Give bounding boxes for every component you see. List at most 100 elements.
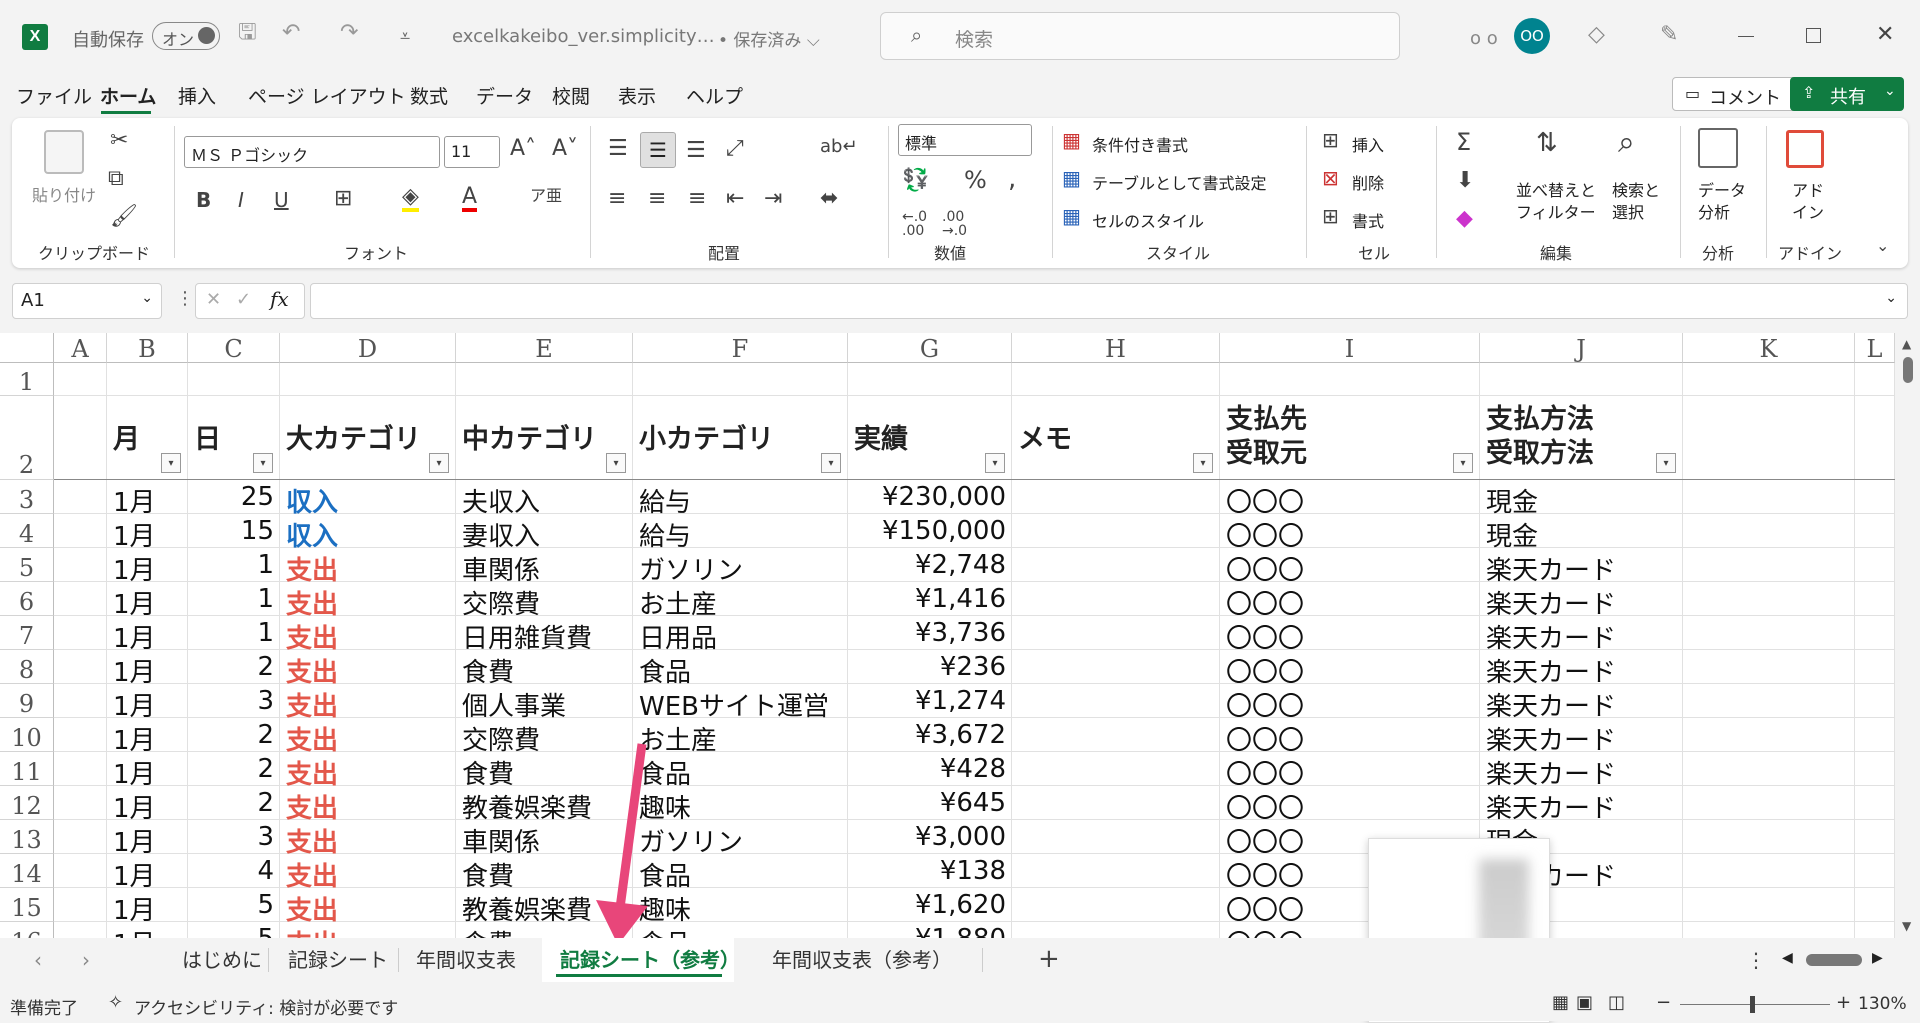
cell-method[interactable]: 楽天カード — [1486, 788, 1616, 825]
orientation-icon[interactable]: ⤢ — [726, 138, 744, 160]
accessibility-status[interactable]: アクセシビリティ: 検討が必要です — [134, 994, 398, 1019]
cell-amount[interactable]: ¥1,416 — [915, 584, 1006, 614]
filename[interactable]: excelkakeibo_ver.simplicity… — [452, 26, 715, 47]
number-format-select[interactable]: 標準 — [898, 124, 1032, 156]
row-header[interactable]: 9 — [0, 684, 54, 718]
cell-method[interactable]: 楽天カード — [1486, 652, 1616, 689]
row-header[interactable]: 11 — [0, 752, 54, 786]
sort-filter-icon[interactable]: ⇅ — [1536, 130, 1558, 156]
save-icon[interactable]: 🖫 — [238, 22, 257, 44]
cell-payee[interactable]: 〇〇〇 — [1226, 788, 1304, 825]
increase-indent-icon[interactable]: ⇥ — [764, 188, 782, 210]
paste-button[interactable]: 貼り付け — [32, 182, 96, 206]
italic-button[interactable]: I — [238, 190, 244, 210]
cell-payee[interactable]: 〇〇〇 — [1226, 890, 1304, 927]
font-color-icon[interactable]: A — [462, 186, 478, 212]
cell-major[interactable]: 支出 — [286, 550, 338, 587]
format-table-button[interactable]: テーブルとして書式設定 — [1092, 170, 1267, 194]
select-all-corner[interactable] — [0, 333, 54, 363]
cell-amount[interactable]: ¥428 — [940, 754, 1006, 784]
data-analysis-button[interactable]: データ 分析 — [1698, 180, 1746, 224]
zoom-out-icon[interactable]: − — [1656, 992, 1671, 1013]
format-painter-icon[interactable]: 🖌 — [110, 206, 138, 228]
cell-minor[interactable]: ガソリン — [639, 550, 743, 587]
cell-month[interactable]: 1月 — [113, 618, 156, 655]
filter-dropdown-icon[interactable]: ▾ — [821, 453, 841, 473]
cell-major[interactable]: 支出 — [286, 856, 338, 893]
cell-method[interactable]: 楽天カード — [1486, 754, 1616, 791]
expand-formula-icon[interactable]: ⌄ — [1885, 290, 1897, 306]
page-layout-icon[interactable]: ▣ — [1576, 992, 1593, 1013]
accessibility-icon[interactable]: ✧ — [108, 992, 123, 1013]
cell-major[interactable]: 支出 — [286, 618, 338, 655]
zoom-thumb[interactable] — [1750, 996, 1755, 1013]
clear-icon[interactable]: ◆ — [1456, 208, 1473, 230]
cell-payee[interactable]: 〇〇〇 — [1226, 482, 1304, 519]
cell-major[interactable]: 支出 — [286, 754, 338, 791]
cut-icon[interactable]: ✂ — [110, 130, 128, 152]
more-icon[interactable]: ⋮ — [176, 288, 194, 309]
zoom-in-icon[interactable]: + — [1836, 992, 1851, 1013]
tab-formulas[interactable]: 数式 — [410, 82, 448, 109]
cell-amount[interactable]: ¥3,672 — [915, 720, 1006, 750]
percent-icon[interactable]: % — [964, 168, 987, 192]
cell-middle[interactable]: 交際費 — [462, 720, 540, 757]
tab-insert[interactable]: 挿入 — [178, 82, 216, 109]
column-header[interactable]: I — [1220, 333, 1480, 363]
cell-minor[interactable]: WEBサイト運営 — [639, 686, 829, 723]
autosum-icon[interactable]: Σ — [1456, 130, 1471, 154]
shrink-font-icon[interactable]: A˅ — [552, 138, 578, 160]
scroll-left-icon[interactable]: ◀ — [1782, 950, 1793, 966]
column-header[interactable]: J — [1480, 333, 1683, 363]
find-icon[interactable]: ⌕ — [1618, 128, 1635, 158]
restore-icon[interactable] — [1806, 28, 1821, 43]
cell-major[interactable]: 支出 — [286, 924, 338, 938]
cell-middle[interactable]: 食費 — [462, 924, 514, 938]
row-header[interactable]: 2 — [0, 396, 54, 480]
scroll-thumb[interactable] — [1903, 357, 1913, 383]
align-left-icon[interactable]: ≡ — [608, 188, 626, 210]
cell-amount[interactable]: ¥1,880 — [915, 924, 1006, 938]
align-top-icon[interactable]: ☰ — [608, 138, 628, 160]
tab-review[interactable]: 校閲 — [552, 82, 590, 109]
cell-day[interactable]: 2 — [257, 720, 274, 750]
align-right-icon[interactable]: ≡ — [688, 188, 706, 210]
cell-month[interactable]: 1月 — [113, 822, 156, 859]
cell-payee[interactable]: 〇〇〇 — [1226, 584, 1304, 621]
diamond-icon[interactable]: ◇ — [1588, 24, 1605, 46]
minimize-icon[interactable] — [1738, 36, 1754, 37]
copy-icon[interactable]: ⧉ — [108, 168, 124, 190]
align-middle-button[interactable]: ☰ — [640, 132, 676, 168]
cell-middle[interactable]: 妻収入 — [462, 516, 540, 553]
cell-month[interactable]: 1月 — [113, 788, 156, 825]
pen-icon[interactable]: ✎ — [1660, 24, 1678, 46]
row-header[interactable]: 16 — [0, 922, 54, 938]
spreadsheet-grid[interactable]: ABCDEFGHIJKL12345678910111213141516月▾日▾大… — [0, 333, 1895, 938]
wrap-text-icon[interactable]: ab↵ — [820, 138, 858, 156]
cell-amount[interactable]: ¥645 — [940, 788, 1006, 818]
active-sheet-tab[interactable]: 記録シート（参考） — [542, 938, 740, 982]
row-header[interactable]: 13 — [0, 820, 54, 854]
cell-day[interactable]: 2 — [257, 652, 274, 682]
cell-major[interactable]: 支出 — [286, 584, 338, 621]
share-button[interactable]: ⇪ 共有 ⌄ — [1790, 77, 1904, 111]
underline-button[interactable]: U — [274, 190, 289, 210]
filter-dropdown-icon[interactable]: ▾ — [1656, 453, 1676, 473]
cell-method[interactable]: 現金 — [1486, 516, 1538, 553]
cell-month[interactable]: 1月 — [113, 720, 156, 757]
tab-view[interactable]: 表示 — [618, 82, 656, 109]
find-select-button[interactable]: 検索と 選択 — [1612, 180, 1660, 224]
tab-help[interactable]: ヘルプ — [686, 82, 743, 109]
column-header[interactable]: H — [1012, 333, 1220, 363]
cell-middle[interactable]: 個人事業 — [462, 686, 566, 723]
border-icon[interactable]: ⊞ — [334, 188, 352, 210]
cell-amount[interactable]: ¥2,748 — [915, 550, 1006, 580]
save-status[interactable]: • 保存済み ⌵ — [718, 26, 820, 51]
sheet-tab-intro[interactable]: はじめに — [182, 938, 262, 982]
cell-middle[interactable]: 車関係 — [462, 550, 540, 587]
normal-view-icon[interactable]: ▦ — [1552, 992, 1569, 1013]
row-header[interactable]: 4 — [0, 514, 54, 548]
vertical-scrollbar[interactable]: ▲ ▼ — [1896, 333, 1920, 938]
addins-icon[interactable] — [1786, 130, 1824, 168]
cell-month[interactable]: 1月 — [113, 686, 156, 723]
